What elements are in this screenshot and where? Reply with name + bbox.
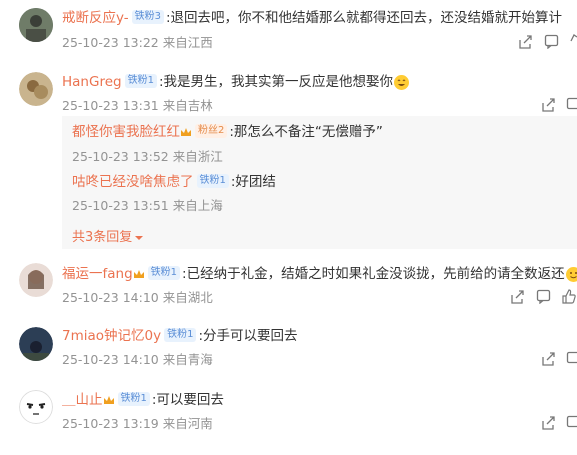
crown-icon: [133, 270, 144, 278]
more-replies-label: 共3条回复: [72, 230, 133, 245]
location: 来自浙江: [172, 149, 223, 164]
crown-icon: [181, 128, 191, 136]
fan-badge: 铁粉3: [131, 10, 164, 24]
location: 来自上海: [172, 198, 223, 213]
username[interactable]: 戒断反应y-: [62, 10, 129, 26]
share-icon[interactable]: [541, 416, 555, 430]
comment-icon[interactable]: [544, 34, 559, 49]
fan-badge: 铁粉1: [124, 74, 157, 88]
fan-badge: 铁粉1: [147, 266, 181, 280]
comment-item: HanGreg 铁粉1:我是男生，我其实第一反应是他想娶你 25-10-23 13…: [0, 60, 577, 250]
username[interactable]: HanGreg: [62, 74, 122, 90]
replies-panel: 都怪你害我脸红红 粉丝2:那怎么不备注“无偿赠予” 25-10-23 13:52 …: [62, 116, 577, 249]
comment-icon[interactable]: [566, 97, 577, 112]
comment-item: 戒断反应y- 铁粉3:退回去吧，你不和他结婚那么就都得还回去，还没结婚就开始算计 …: [0, 0, 577, 60]
crown-icon: [103, 396, 114, 404]
like-icon[interactable]: [570, 34, 577, 49]
comment-icon[interactable]: [536, 289, 551, 304]
location: 来自青海: [162, 352, 213, 367]
fan-badge: 粉丝2: [195, 124, 228, 138]
share-icon[interactable]: [518, 35, 532, 49]
username[interactable]: 7miao钟记忆0y: [62, 328, 161, 344]
avatar[interactable]: [19, 263, 53, 297]
location: 来自吉林: [162, 98, 213, 113]
reply-text: :那怎么不备注“无偿赠予”: [229, 124, 383, 140]
share-icon[interactable]: [510, 290, 524, 304]
laughing-emoji-icon: [394, 74, 410, 90]
comment-text: :分手可以要回去: [198, 328, 298, 344]
avatar[interactable]: [19, 72, 53, 106]
location: 来自湖北: [162, 290, 213, 305]
comment-text: :我是男生，我其实第一反应是他想娶你: [158, 74, 394, 90]
fan-badge: 铁粉1: [196, 174, 229, 188]
timestamp: 25-10-23 13:31: [62, 98, 159, 113]
smile-emoji-icon: [565, 266, 577, 282]
timestamp: 25-10-23 13:19: [62, 416, 159, 431]
username[interactable]: 咕咚已经没啥焦虑了: [72, 174, 194, 190]
username[interactable]: 福运一fang: [62, 266, 133, 282]
username[interactable]: ＿山止: [62, 392, 103, 408]
caret-down-icon: [135, 235, 144, 240]
comment-item: ＿山止 铁粉1:可以要回去 25-10-23 13:19 来自河南: [0, 382, 577, 455]
share-icon[interactable]: [541, 352, 555, 366]
location: 来自江西: [162, 35, 213, 50]
avatar[interactable]: [19, 8, 53, 42]
fan-badge: 铁粉1: [117, 392, 150, 406]
comment-icon[interactable]: [566, 415, 577, 430]
avatar[interactable]: [19, 390, 53, 424]
timestamp: 25-10-23 13:52: [72, 149, 169, 164]
timestamp: 25-10-23 14:10: [62, 290, 159, 305]
reply-text: :好团结: [230, 174, 276, 190]
comment-item: 7miao钟记忆0y 铁粉1:分手可以要回去 25-10-23 14:10 来自青…: [0, 318, 577, 380]
avatar[interactable]: [19, 327, 53, 361]
username[interactable]: 都怪你害我脸红红: [72, 124, 180, 140]
share-icon[interactable]: [541, 98, 555, 112]
like-icon[interactable]: [561, 289, 576, 304]
comment-text: :可以要回去: [151, 392, 224, 408]
timestamp: 25-10-23 13:22: [62, 35, 159, 50]
timestamp: 25-10-23 14:10: [62, 352, 159, 367]
comment-text: :已经纳于礼金，结婚之时如果礼金没谈拢，先前给的请全数返还: [182, 266, 565, 282]
comment-item: 福运一fang 铁粉1:已经纳于礼金，结婚之时如果礼金没谈拢，先前给的请全数返还 …: [0, 255, 577, 315]
fan-badge: 铁粉1: [164, 328, 197, 342]
timestamp: 25-10-23 13:51: [72, 198, 169, 213]
location: 来自河南: [162, 416, 213, 431]
comment-icon[interactable]: [566, 351, 577, 366]
comment-text: :退回去吧，你不和他结婚那么就都得还回去，还没结婚就开始算计: [166, 10, 563, 26]
more-replies-link[interactable]: 共3条回复: [72, 226, 144, 245]
